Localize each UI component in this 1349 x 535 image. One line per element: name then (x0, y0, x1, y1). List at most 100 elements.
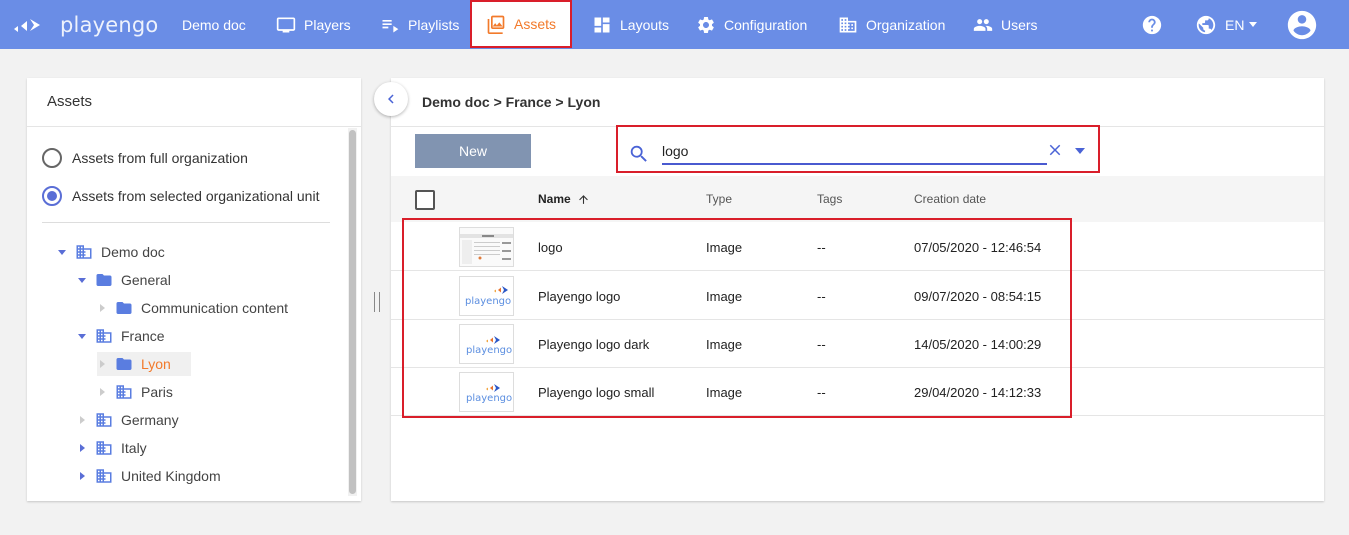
asset-creation-date: 29/04/2020 - 14:12:33 (914, 385, 1042, 400)
user-avatar[interactable] (1285, 0, 1319, 49)
nav-label: Configuration (724, 16, 808, 33)
asset-name[interactable]: Playengo logo dark (538, 337, 649, 352)
column-header-type[interactable]: Type (706, 192, 732, 206)
tree-node-label: Communication content (141, 300, 289, 316)
caret-down-icon (58, 249, 66, 255)
tree-node-paris[interactable]: Paris (97, 380, 173, 404)
column-header-tags[interactable]: Tags (817, 192, 842, 206)
tree-node-germany[interactable]: Germany (77, 408, 179, 432)
nav-playlists[interactable]: Playlists (380, 0, 459, 49)
asset-tags: -- (817, 337, 826, 352)
nav-users[interactable]: Users (973, 0, 1038, 49)
nav-label: Demo doc (182, 16, 246, 33)
new-asset-button[interactable]: New (415, 134, 531, 168)
nav-configuration[interactable]: Configuration (696, 0, 807, 49)
radio-button[interactable] (42, 186, 62, 206)
asset-name[interactable]: Playengo logo small (538, 385, 654, 400)
tree-node-demo-doc[interactable]: Demo doc (57, 240, 165, 264)
expand-toggle (97, 304, 107, 312)
collapse-panel-button[interactable] (374, 82, 408, 116)
caret-right-icon (79, 416, 85, 424)
building-icon (76, 245, 92, 259)
playengo-logo-thumbnail-icon: playengo (465, 286, 511, 307)
caret-down-icon (78, 333, 86, 339)
help-icon[interactable] (1141, 0, 1163, 49)
brand-logo[interactable]: playengo (12, 10, 158, 40)
building-icon (96, 469, 112, 483)
building-icon (96, 441, 112, 455)
expand-toggle[interactable] (77, 333, 87, 339)
asset-type: Image (706, 385, 743, 400)
expand-toggle[interactable] (77, 444, 87, 452)
globe-icon (1196, 15, 1216, 34)
search-input[interactable] (662, 139, 1047, 165)
radio-label: Assets from full organization (72, 150, 248, 166)
svg-text:playengo: playengo (465, 296, 511, 307)
nav-assets[interactable]: Assets (470, 0, 573, 48)
caret-right-icon (79, 472, 85, 480)
tree-scrollbar[interactable] (348, 128, 357, 496)
table-row[interactable]: logo Image -- 07/05/2020 - 12:46:54 (391, 223, 1324, 271)
table-row[interactable]: playengo Playengo logo dark Image -- 14/… (391, 320, 1324, 368)
table-row[interactable]: playengo Playengo logo small Image -- 29… (391, 368, 1324, 416)
gear-icon (698, 16, 714, 33)
tree-node-france[interactable]: France (77, 324, 165, 348)
nav-demo-doc[interactable]: Demo doc (182, 0, 246, 49)
language-selector[interactable]: EN (1195, 0, 1258, 49)
nav-label: Playlists (408, 16, 460, 33)
nav-organization[interactable]: Organization (838, 0, 945, 49)
folder-icon (116, 358, 132, 370)
panel-title: Assets (47, 93, 93, 110)
caret-right-icon (99, 388, 105, 396)
nav-layouts[interactable]: Layouts (592, 0, 669, 49)
tree-node-italy[interactable]: Italy (77, 436, 147, 460)
tree-node-label: France (121, 328, 165, 344)
tree-node-communication-content[interactable]: Communication content (97, 296, 288, 320)
language-label: EN (1225, 16, 1245, 33)
building-icon (839, 17, 857, 32)
clear-search-icon[interactable] (1046, 141, 1064, 159)
select-all-checkbox[interactable] (415, 190, 435, 210)
tree-node-label: Lyon (141, 356, 171, 372)
expand-toggle[interactable] (57, 249, 67, 255)
tree-node-lyon[interactable]: Lyon (97, 352, 191, 376)
asset-type: Image (706, 240, 743, 255)
column-label: Name (538, 192, 571, 206)
scrollbar-thumb[interactable] (349, 130, 356, 494)
sort-ascending-icon (578, 194, 588, 204)
playengo-logo-thumbnail-icon: playengo (466, 336, 512, 356)
nav-label: Organization (866, 16, 946, 33)
divider (42, 222, 330, 223)
top-navigation-bar: playengo Demo doc Players Playlists Asse… (0, 0, 1349, 49)
nav-players[interactable]: Players (276, 0, 351, 49)
column-header-creation-date[interactable]: Creation date (914, 192, 986, 206)
expand-toggle[interactable] (77, 416, 87, 424)
caret-right-icon (99, 360, 105, 368)
asset-tags: -- (817, 240, 826, 255)
tree-node-general[interactable]: General (77, 268, 171, 292)
brand-name: playengo (60, 13, 159, 37)
building-icon (116, 385, 132, 399)
radio-button[interactable] (42, 148, 62, 168)
tree-node-united-kingdom[interactable]: United Kingdom (77, 464, 221, 488)
asset-type: Image (706, 289, 743, 304)
table-header: Name Type Tags Creation date (391, 176, 1324, 222)
divider (27, 126, 361, 127)
breadcrumb: Demo doc > France > Lyon (422, 94, 601, 110)
radio-full-organization[interactable]: Assets from full organization (42, 148, 248, 168)
column-header-name[interactable]: Name (538, 192, 590, 206)
chevron-down-icon (1249, 22, 1258, 27)
caret-right-icon (79, 444, 85, 452)
table-row[interactable]: playengo Playengo logo Image -- 09/07/20… (391, 272, 1324, 320)
asset-name[interactable]: Playengo logo (538, 289, 620, 304)
search-options-caret-icon[interactable] (1075, 148, 1085, 154)
expand-toggle[interactable] (77, 277, 87, 283)
playengo-mark-icon (14, 19, 40, 32)
expand-toggle[interactable] (77, 472, 87, 480)
radio-selected-unit[interactable]: Assets from selected organizational unit (42, 186, 319, 206)
tree-node-label: Italy (121, 440, 147, 456)
tree-node-label: United Kingdom (121, 468, 221, 484)
panel-resize-handle[interactable] (374, 292, 380, 312)
asset-type: Image (706, 337, 743, 352)
asset-name[interactable]: logo (538, 240, 563, 255)
